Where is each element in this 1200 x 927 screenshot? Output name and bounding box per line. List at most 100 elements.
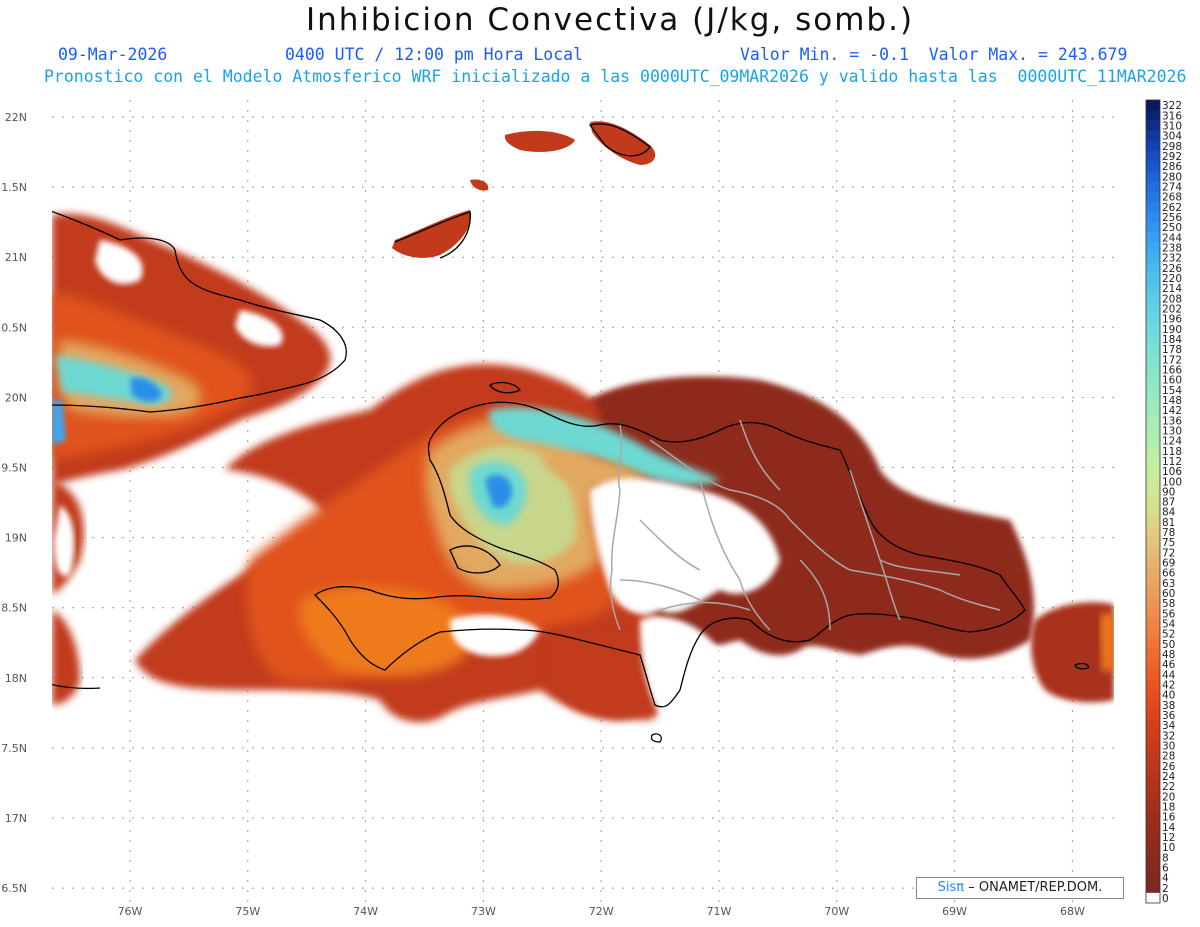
colorbar-swatch xyxy=(1146,526,1160,538)
colorbar-swatch xyxy=(1146,557,1160,568)
colorbar-swatch xyxy=(1146,811,1160,823)
colorbar-swatch xyxy=(1146,872,1160,884)
colorbar-swatch xyxy=(1146,587,1160,599)
colorbar-swatch xyxy=(1146,770,1160,782)
colorbar-swatch xyxy=(1146,171,1160,182)
colorbar-swatch xyxy=(1146,598,1160,609)
colorbar-swatch xyxy=(1146,882,1160,894)
colorbar-swatch xyxy=(1146,201,1160,213)
colorbar-swatch xyxy=(1146,364,1160,375)
colorbar-swatch xyxy=(1146,608,1160,619)
lat-label: 21N xyxy=(5,251,27,264)
colorbar-swatch xyxy=(1146,445,1160,457)
colorbar-swatch xyxy=(1146,892,1160,904)
colorbar-swatch xyxy=(1146,140,1160,152)
field-island-4 xyxy=(470,179,489,191)
lon-label: 74W xyxy=(353,905,378,918)
colorbar-swatch xyxy=(1146,252,1160,264)
colorbar-swatch xyxy=(1146,120,1160,131)
colorbar-swatch xyxy=(1146,628,1160,640)
colorbar-label: 0 xyxy=(1162,893,1169,905)
colorbar-swatch xyxy=(1146,282,1160,294)
colorbar-swatch xyxy=(1146,516,1160,528)
credit-box: Sisπ – ONAMET/REP.DOM. xyxy=(916,877,1124,899)
colorbar-swatch xyxy=(1146,506,1160,518)
colorbar-swatch xyxy=(1146,232,1160,243)
colorbar-swatch xyxy=(1146,211,1160,223)
lat-label: 7.5N xyxy=(1,742,27,755)
colorbar-swatch xyxy=(1146,455,1160,467)
field-west-south xyxy=(52,610,80,705)
colorbar-swatch xyxy=(1146,689,1160,701)
latitude-labels: 22N 1.5N 21N 0.5N 20N 9.5N 19N 8.5N 18N 7.5N 17N 6.… xyxy=(1,111,27,895)
field-island-3 xyxy=(392,210,471,258)
colorbar-swatch xyxy=(1146,160,1160,172)
colorbar-swatch xyxy=(1146,720,1160,731)
lon-label: 71W xyxy=(707,905,732,918)
lon-label: 75W xyxy=(235,905,260,918)
colorbar-swatch xyxy=(1146,435,1160,446)
colorbar-swatch xyxy=(1146,537,1160,548)
field-east-hot xyxy=(1100,612,1114,672)
colorbar: 3223163103042982922862802742682622562502… xyxy=(1145,99,1182,905)
colorbar-swatch xyxy=(1146,730,1160,741)
lat-label: 8.5N xyxy=(1,602,27,615)
colorbar-swatch xyxy=(1146,821,1160,833)
colorbar-swatch xyxy=(1146,699,1160,711)
credit-text: – ONAMET/REP.DOM. xyxy=(968,880,1103,895)
colorbar-swatch xyxy=(1146,323,1160,335)
colorbar-swatch xyxy=(1146,791,1160,802)
colorbar-swatch xyxy=(1146,150,1160,162)
colorbar-swatch xyxy=(1146,801,1160,812)
colorbar-swatch xyxy=(1146,272,1160,284)
lat-label: 18N xyxy=(5,672,27,685)
colorbar-swatch xyxy=(1146,303,1160,314)
colorbar-swatch xyxy=(1146,760,1160,772)
colorbar-swatch xyxy=(1146,709,1160,721)
lat-label: 22N xyxy=(5,111,27,124)
colorbar-swatch xyxy=(1146,567,1160,579)
colorbar-swatch xyxy=(1146,547,1160,558)
colorbar-swatch xyxy=(1146,852,1160,863)
colorbar-swatch xyxy=(1146,638,1160,650)
lat-label: 6.5N xyxy=(1,882,27,895)
lon-label: 72W xyxy=(589,905,614,918)
colorbar-swatch xyxy=(1146,679,1160,690)
lat-label: 20N xyxy=(5,391,27,404)
colorbar-swatch xyxy=(1146,130,1160,142)
colorbar-swatch xyxy=(1146,181,1160,192)
colorbar-swatch xyxy=(1146,343,1160,355)
colorbar-swatch xyxy=(1146,781,1160,792)
colorbar-swatch xyxy=(1146,221,1160,233)
colorbar-swatch xyxy=(1146,354,1160,365)
colorbar-swatch xyxy=(1146,191,1160,203)
colorbar-swatch xyxy=(1146,659,1160,670)
colorbar-swatch xyxy=(1146,486,1160,497)
lat-label: 17N xyxy=(5,812,27,825)
colorbar-swatch xyxy=(1146,750,1160,762)
cin-map: 22N 1.5N 21N 0.5N 20N 9.5N 19N 8.5N 18N 7.5N 17N 6.… xyxy=(1,99,1182,918)
colorbar-swatch xyxy=(1146,425,1160,436)
colorbar-swatch xyxy=(1146,313,1160,325)
colorbar-swatch xyxy=(1146,831,1160,843)
colorbar-swatch xyxy=(1146,333,1160,345)
longitude-labels: 76W 75W 74W 73W 72W 71W 70W 69W 68W xyxy=(118,905,1085,918)
coast-jamaica-west xyxy=(52,639,53,640)
colorbar-swatch xyxy=(1146,740,1160,751)
colorbar-swatch xyxy=(1146,262,1160,274)
colorbar-swatch xyxy=(1146,394,1160,406)
sis-logo: Sisπ xyxy=(937,880,965,895)
lon-label: 76W xyxy=(118,905,143,918)
colorbar-swatch xyxy=(1146,100,1160,111)
colorbar-swatch xyxy=(1146,374,1160,386)
colorbar-swatch xyxy=(1146,496,1160,507)
colorbar-swatch xyxy=(1146,577,1160,589)
lon-label: 69W xyxy=(942,905,967,918)
coast-beata xyxy=(650,733,662,743)
lon-label: 68W xyxy=(1060,905,1085,918)
colorbar-swatch xyxy=(1146,476,1160,487)
lat-label: 19N xyxy=(5,532,27,545)
colorbar-swatch xyxy=(1146,465,1160,477)
colorbar-swatch xyxy=(1146,110,1160,121)
field-island-1 xyxy=(504,130,575,152)
